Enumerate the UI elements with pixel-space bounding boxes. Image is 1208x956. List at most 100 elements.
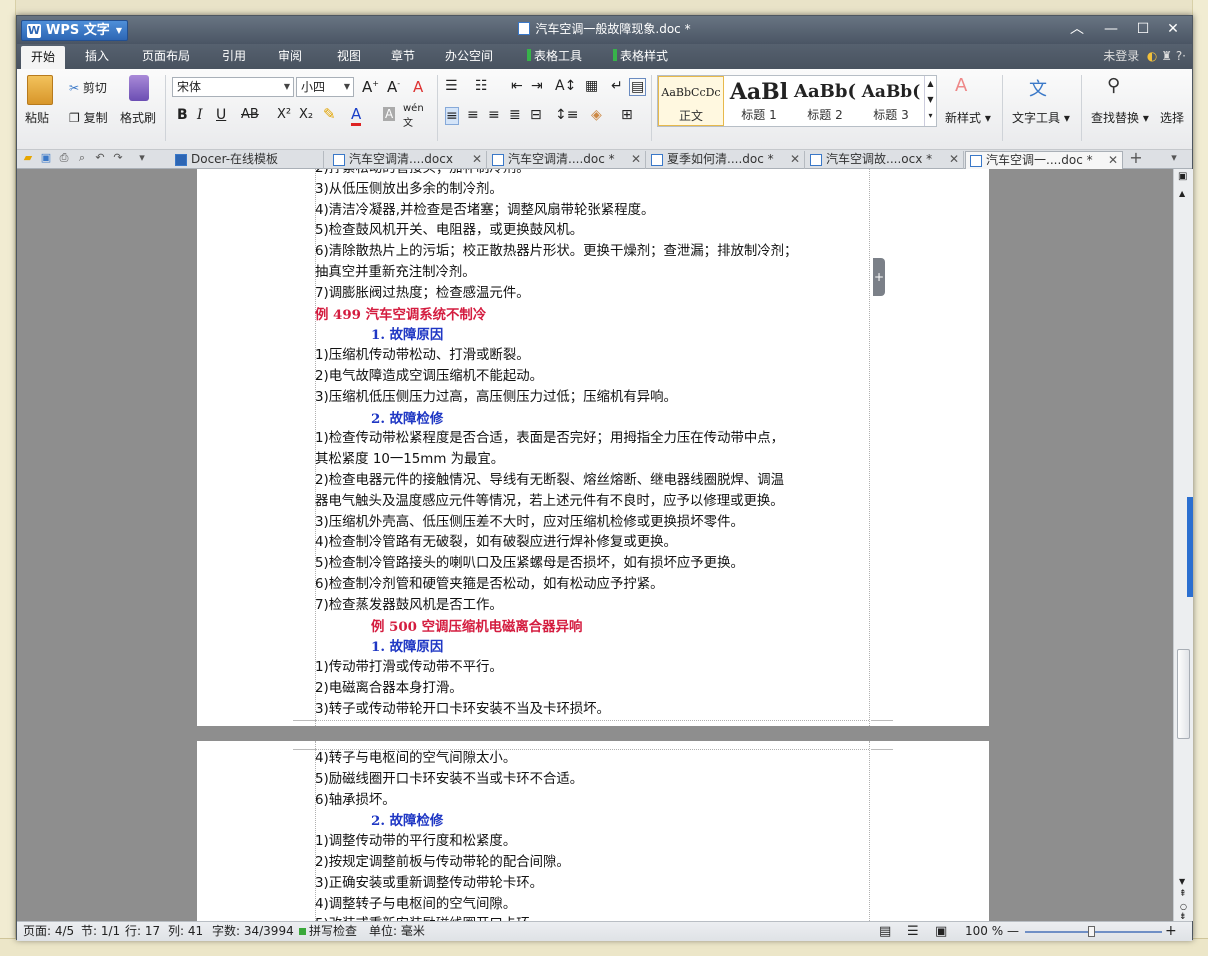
save-icon[interactable]: ▣: [39, 151, 53, 165]
menu-home[interactable]: 开始: [21, 46, 66, 69]
minimize-button[interactable]: —: [1096, 18, 1126, 40]
menu-view[interactable]: 视图: [327, 44, 371, 69]
menu-review[interactable]: 审阅: [268, 44, 312, 69]
font-size-select[interactable]: 小四 ▼: [296, 77, 354, 97]
style-gallery-scroll[interactable]: ▲ ▼ ▾: [924, 76, 936, 126]
open-folder-icon[interactable]: ▰: [21, 151, 35, 165]
align-left-icon[interactable]: ≡: [445, 107, 459, 125]
menu-office-space[interactable]: 办公空间: [435, 44, 503, 69]
style-heading-2[interactable]: AaBb(标题 2: [792, 76, 858, 126]
scroll-up-icon[interactable]: ▲: [1179, 189, 1185, 198]
tab-list-icon[interactable]: ▾: [1167, 151, 1181, 165]
paragraph-mark-icon[interactable]: ↵: [611, 78, 623, 94]
highlight-icon[interactable]: ✎: [323, 105, 336, 123]
tab-close-icon[interactable]: ✕: [790, 151, 800, 168]
table-grid-icon[interactable]: ▦: [585, 78, 598, 94]
paste-icon[interactable]: [27, 75, 53, 105]
help-icon[interactable]: ?·: [1176, 49, 1186, 63]
maximize-button[interactable]: ☐: [1128, 18, 1158, 40]
shirt-icon[interactable]: ♜: [1161, 49, 1172, 63]
text-tools-icon[interactable]: 文: [1029, 75, 1053, 101]
menu-insert[interactable]: 插入: [75, 44, 119, 69]
zoom-level[interactable]: 100 %: [965, 922, 1003, 941]
tab-doc-active[interactable]: 汽车空调一....doc * ✕: [965, 151, 1123, 169]
tab-doc-1[interactable]: 汽车空调清....docx ✕: [329, 151, 487, 169]
style-heading-3[interactable]: AaBb(标题 3: [858, 76, 924, 126]
outline-view-icon[interactable]: ☰: [907, 922, 919, 941]
new-style-button[interactable]: 新样式 ▾: [945, 109, 991, 126]
status-page[interactable]: 页面: 4/5: [23, 922, 74, 941]
binoculars-icon[interactable]: ⚲: [1107, 75, 1131, 101]
tab-close-icon[interactable]: ✕: [949, 151, 959, 168]
status-unit[interactable]: 单位: 毫米: [369, 922, 425, 941]
tab-docer[interactable]: Docer-在线模板: [171, 151, 324, 169]
prev-page-icon[interactable]: ⇞: [1179, 889, 1187, 899]
strikethrough-icon[interactable]: AB: [241, 107, 259, 122]
tab-close-icon[interactable]: ✕: [1108, 152, 1118, 169]
tab-doc-3[interactable]: 夏季如何清....doc * ✕: [647, 151, 805, 169]
cut-button[interactable]: ✂ 剪切: [69, 79, 107, 96]
subscript-icon[interactable]: X₂: [299, 107, 313, 122]
format-painter-icon[interactable]: [129, 75, 149, 101]
grow-font-icon[interactable]: A+: [362, 78, 379, 96]
skin-icon[interactable]: ◐: [1147, 49, 1157, 63]
copy-button[interactable]: ❐ 复制: [69, 109, 108, 126]
menu-references[interactable]: 引用: [212, 44, 256, 69]
page-text[interactable]: 2)拧紧松动的管接头；加补制冷剂。3)从低压侧放出多余的制冷剂。 4)清洁冷凝器,…: [315, 169, 871, 721]
scroll-down-icon[interactable]: ▼: [1179, 877, 1185, 886]
font-name-select[interactable]: 宋体 ▼: [172, 77, 294, 97]
print-icon[interactable]: ⎙: [57, 151, 71, 165]
distributed-icon[interactable]: ⊟: [530, 107, 542, 123]
font-color-icon[interactable]: A: [351, 105, 362, 126]
bullets-icon[interactable]: ☰: [445, 78, 458, 94]
tab-doc-2[interactable]: 汽车空调清....doc * ✕: [488, 151, 646, 169]
app-menu-button[interactable]: W WPS 文字 ▼: [21, 20, 128, 41]
text-direction-icon[interactable]: A↕: [555, 78, 576, 94]
collapse-ribbon-icon[interactable]: ︿: [1062, 18, 1092, 40]
scrollbar-thumb[interactable]: [1177, 649, 1190, 739]
bold-icon[interactable]: B: [177, 107, 188, 123]
new-style-icon[interactable]: A: [955, 75, 981, 101]
decrease-indent-icon[interactable]: ⇤: [511, 78, 523, 94]
page-view-icon[interactable]: ▤: [879, 922, 891, 941]
status-words[interactable]: 字数: 34/3994: [212, 922, 294, 941]
new-tab-icon[interactable]: +: [1129, 150, 1143, 166]
spell-check-toggle[interactable]: 拼写检查: [299, 922, 357, 941]
select-button[interactable]: 选择: [1160, 109, 1184, 126]
align-right-icon[interactable]: ≡: [488, 107, 500, 123]
scroll-top-icon[interactable]: ▣: [1178, 171, 1187, 182]
redo-icon[interactable]: ↷: [111, 151, 125, 165]
close-button[interactable]: ✕: [1158, 18, 1188, 40]
zoom-in-icon[interactable]: +: [1165, 922, 1177, 941]
char-shading-icon[interactable]: A: [383, 107, 396, 121]
format-painter-button[interactable]: 格式刷: [120, 109, 156, 126]
tab-doc-4[interactable]: 汽车空调故....ocx * ✕: [806, 151, 964, 169]
menu-table-style[interactable]: 表格样式: [603, 44, 678, 69]
web-view-icon[interactable]: ▣: [935, 922, 947, 941]
find-replace-button[interactable]: 查找替换 ▾: [1091, 109, 1149, 126]
menu-chapter[interactable]: 章节: [381, 44, 425, 69]
superscript-icon[interactable]: X²: [277, 107, 291, 122]
zoom-out-icon[interactable]: —: [1007, 922, 1019, 941]
style-normal[interactable]: AaBbCcDc 正文: [658, 76, 724, 126]
tab-close-icon[interactable]: ✕: [472, 151, 482, 168]
menu-table-tools[interactable]: 表格工具: [517, 44, 592, 69]
side-panel-handle[interactable]: [1187, 497, 1193, 597]
shading-icon[interactable]: ◈: [591, 107, 602, 123]
zoom-slider-knob[interactable]: [1088, 926, 1095, 937]
menu-page-layout[interactable]: 页面布局: [132, 44, 200, 69]
justify-icon[interactable]: ≣: [509, 107, 521, 123]
shrink-font-icon[interactable]: A-: [387, 78, 400, 96]
phonetic-icon[interactable]: wén 文: [403, 103, 424, 129]
numbering-icon[interactable]: ☷: [475, 78, 488, 94]
login-link[interactable]: 未登录: [1103, 49, 1139, 63]
browse-object-icon[interactable]: ○: [1180, 902, 1187, 911]
text-tools-button[interactable]: 文字工具 ▾: [1012, 109, 1070, 126]
page-text[interactable]: 4)转子与电枢间的空气间隙太小。 5)励磁线圈开口卡环安装不当或卡环不合适。 6)轴…: [315, 749, 871, 921]
expand-side-panel-button[interactable]: +: [873, 258, 885, 296]
print-preview-icon[interactable]: ⌕: [75, 151, 89, 165]
paste-button[interactable]: 粘贴: [25, 109, 49, 126]
show-marks-icon[interactable]: ▤: [629, 78, 647, 96]
qa-dropdown-icon[interactable]: ▾: [135, 151, 149, 165]
italic-icon[interactable]: I: [197, 107, 203, 123]
